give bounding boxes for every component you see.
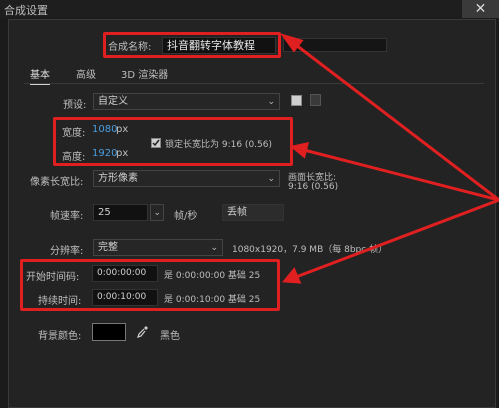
annotation-arrows xyxy=(280,33,499,284)
annotation-arrowhead-dimensions xyxy=(289,142,310,159)
annotation-arrow-timecode xyxy=(295,198,499,279)
annotation-arrow-dimensions xyxy=(303,148,499,202)
annotation-arrow-name xyxy=(295,43,499,202)
annotation-arrowhead-timecode xyxy=(282,267,302,284)
